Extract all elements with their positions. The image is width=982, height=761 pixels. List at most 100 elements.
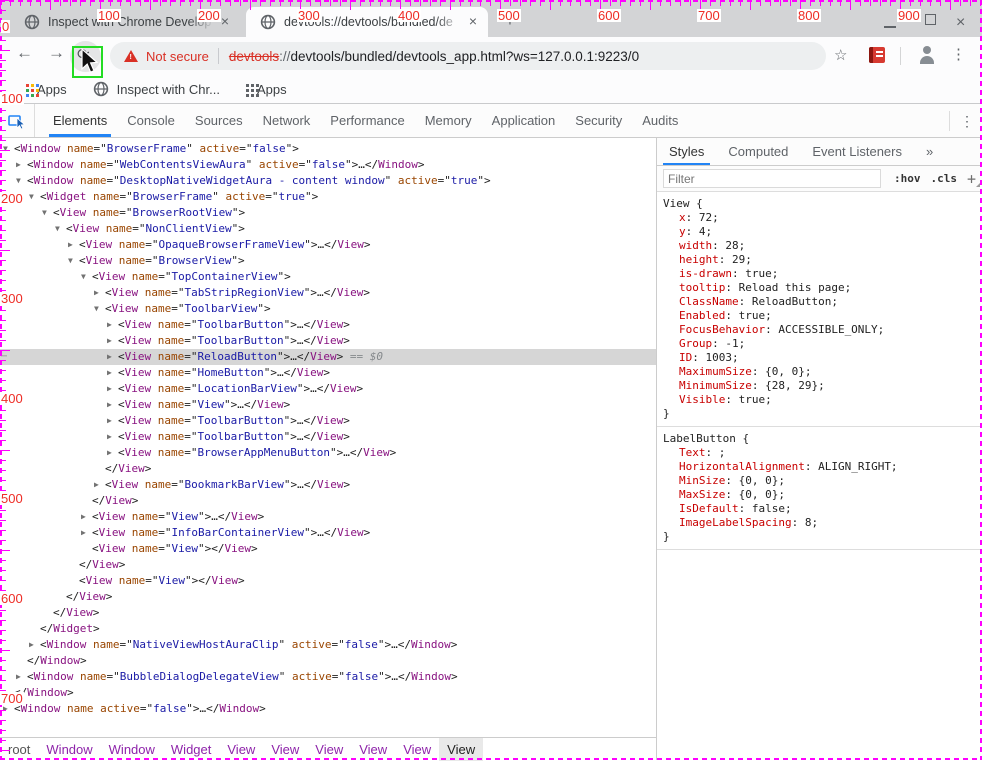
style-property[interactable]: HorizontalAlignment: ALIGN_RIGHT; (663, 460, 980, 474)
bookmark-inspect[interactable]: Inspect with Chr... (93, 81, 220, 97)
tab-memory[interactable]: Memory (415, 104, 482, 137)
tree-row[interactable]: ▼<View name="TopContainerView"> (0, 269, 656, 285)
new-tab-button[interactable]: + (498, 10, 522, 34)
tree-row[interactable]: ▶<View name="OpaqueBrowserFrameView">…</… (0, 237, 656, 253)
sidebar-tab-computed[interactable]: Computed (716, 138, 800, 165)
tree-row[interactable]: </Widget> (0, 621, 656, 637)
tree-row[interactable]: </View> (0, 605, 656, 621)
inline-expander[interactable]: … (277, 366, 284, 379)
forward-button[interactable]: → (48, 43, 65, 63)
tree-row[interactable]: <View name="View"></View> (0, 541, 656, 557)
bookmark-apps-2[interactable]: Apps (246, 82, 287, 97)
expanded-arrow-icon[interactable]: ▼ (3, 141, 14, 157)
style-property[interactable]: Text: ; (663, 446, 980, 460)
tree-row[interactable]: ▼<Window name="DesktopNativeWidgetAura -… (0, 173, 656, 189)
inspect-element-button[interactable] (0, 104, 35, 137)
back-button[interactable]: ← (16, 43, 33, 63)
bookmark-apps[interactable]: Apps (26, 82, 67, 97)
window-close-button[interactable]: × (956, 14, 965, 32)
style-property[interactable]: MinSize: {0, 0}; (663, 474, 980, 488)
tree-row[interactable]: ▶<View name="ToolbarButton">…</View> (0, 317, 656, 333)
tree-row[interactable]: </View> (0, 493, 656, 509)
style-property[interactable]: ImageLabelSpacing: 8; (663, 516, 980, 530)
tree-row[interactable]: ⋯▶<View name="ReloadButton">…</View> == … (0, 349, 656, 365)
tree-row[interactable]: </Window> (0, 653, 656, 669)
tab-network[interactable]: Network (253, 104, 321, 137)
tree-row[interactable]: ▶<View name="InfoBarContainerView">…</Vi… (0, 525, 656, 541)
bookmark-star-icon[interactable]: ☆ (834, 46, 847, 64)
hov-toggle[interactable]: :hov (894, 172, 921, 185)
expanded-arrow-icon[interactable]: ▼ (81, 269, 92, 285)
style-property[interactable]: width: 28; (663, 239, 980, 253)
inline-expander[interactable]: … (211, 510, 218, 523)
inline-expander[interactable]: … (343, 446, 350, 459)
collapsed-arrow-icon[interactable]: ▶ (107, 381, 118, 397)
new-style-rule-button[interactable]: + (967, 170, 976, 188)
tree-row[interactable]: ▼<Window name="BrowserFrame" active="fal… (0, 141, 656, 157)
tree-row[interactable]: ▼<View name="BrowserRootView"> (0, 205, 656, 221)
tree-row[interactable]: ▼<View name="BrowserView"> (0, 253, 656, 269)
tree-row[interactable]: ▶<Window name="WebContentsViewAura" acti… (0, 157, 656, 173)
inline-expander[interactable]: … (391, 670, 398, 683)
expanded-arrow-icon[interactable]: ▼ (55, 221, 66, 237)
styles-filter-input[interactable] (663, 169, 881, 188)
sidebar-tab--[interactable]: » (914, 138, 945, 165)
tab-application[interactable]: Application (482, 104, 566, 137)
collapsed-arrow-icon[interactable]: ▶ (68, 237, 79, 253)
style-property[interactable]: MaxSize: {0, 0}; (663, 488, 980, 502)
collapsed-arrow-icon[interactable]: ▶ (107, 349, 118, 365)
expanded-arrow-icon[interactable]: ▼ (16, 173, 27, 189)
inline-expander[interactable]: … (310, 382, 317, 395)
breadcrumb-item-window[interactable]: Window (101, 738, 163, 761)
extension-icon[interactable] (869, 47, 885, 63)
style-property[interactable]: ID: 1003; (663, 351, 980, 365)
inline-expander[interactable]: … (237, 398, 244, 411)
tree-row[interactable]: ▶<View name="View">…</View> (0, 509, 656, 525)
inline-expander[interactable]: … (358, 158, 365, 171)
style-property[interactable]: y: 4; (663, 225, 980, 239)
tree-row[interactable]: </View> (0, 589, 656, 605)
inline-expander[interactable]: … (290, 350, 297, 363)
profile-avatar[interactable] (917, 45, 937, 65)
inline-expander[interactable]: … (391, 638, 398, 651)
collapsed-arrow-icon[interactable]: ▶ (107, 429, 118, 445)
sidebar-tab-event-listeners[interactable]: Event Listeners (800, 138, 914, 165)
tree-row[interactable]: </View> (0, 461, 656, 477)
collapsed-arrow-icon[interactable]: ▶ (94, 285, 105, 301)
breadcrumb-item-view[interactable]: View (439, 738, 483, 761)
breadcrumb-item-view[interactable]: View (307, 738, 351, 761)
cls-toggle[interactable]: .cls (930, 172, 957, 185)
expanded-arrow-icon[interactable]: ▼ (68, 253, 79, 269)
style-property[interactable]: Enabled: true; (663, 309, 980, 323)
expanded-arrow-icon[interactable]: ▼ (94, 301, 105, 317)
style-property[interactable]: is-drawn: true; (663, 267, 980, 281)
tree-row[interactable]: </Window> (0, 685, 656, 701)
collapsed-arrow-icon[interactable]: ▶ (3, 701, 14, 717)
tree-row[interactable]: ▶<View name="HomeButton">…</View> (0, 365, 656, 381)
collapsed-arrow-icon[interactable]: ▶ (81, 525, 92, 541)
inline-expander[interactable]: … (297, 478, 304, 491)
style-property[interactable]: Group: -1; (663, 337, 980, 351)
tree-row[interactable]: ▶<Window name="NativeViewHostAuraClip" a… (0, 637, 656, 653)
breadcrumb-item-window[interactable]: Window (38, 738, 100, 761)
tree-row[interactable]: ▼<View name="NonClientView"> (0, 221, 656, 237)
collapsed-arrow-icon[interactable]: ▶ (29, 637, 40, 653)
tree-row[interactable]: ▶<View name="ToolbarButton">…</View> (0, 333, 656, 349)
style-property[interactable]: MaximumSize: {0, 0}; (663, 365, 980, 379)
collapsed-arrow-icon[interactable]: ▶ (107, 317, 118, 333)
expanded-arrow-icon[interactable]: ▼ (29, 189, 40, 205)
breadcrumb-item-view[interactable]: View (351, 738, 395, 761)
style-property[interactable]: tooltip: Reload this page; (663, 281, 980, 295)
tab-security[interactable]: Security (565, 104, 632, 137)
tree-row[interactable]: ▶<View name="ToolbarButton">…</View> (0, 429, 656, 445)
breadcrumb-item-root[interactable]: root (0, 738, 38, 761)
breadcrumb-item-view[interactable]: View (263, 738, 307, 761)
style-property[interactable]: Visible: true; (663, 393, 980, 407)
style-property[interactable]: MinimumSize: {28, 29}; (663, 379, 980, 393)
tree-row[interactable]: ▶<View name="View">…</View> (0, 397, 656, 413)
tree-row[interactable]: ▶<Window name="BubbleDialogDelegateView"… (0, 669, 656, 685)
tab-close-icon[interactable]: × (464, 13, 482, 31)
tree-row[interactable]: <View name="View"></View> (0, 573, 656, 589)
inline-expander[interactable]: … (317, 286, 324, 299)
browser-menu-icon[interactable]: ⋮ (951, 45, 966, 63)
